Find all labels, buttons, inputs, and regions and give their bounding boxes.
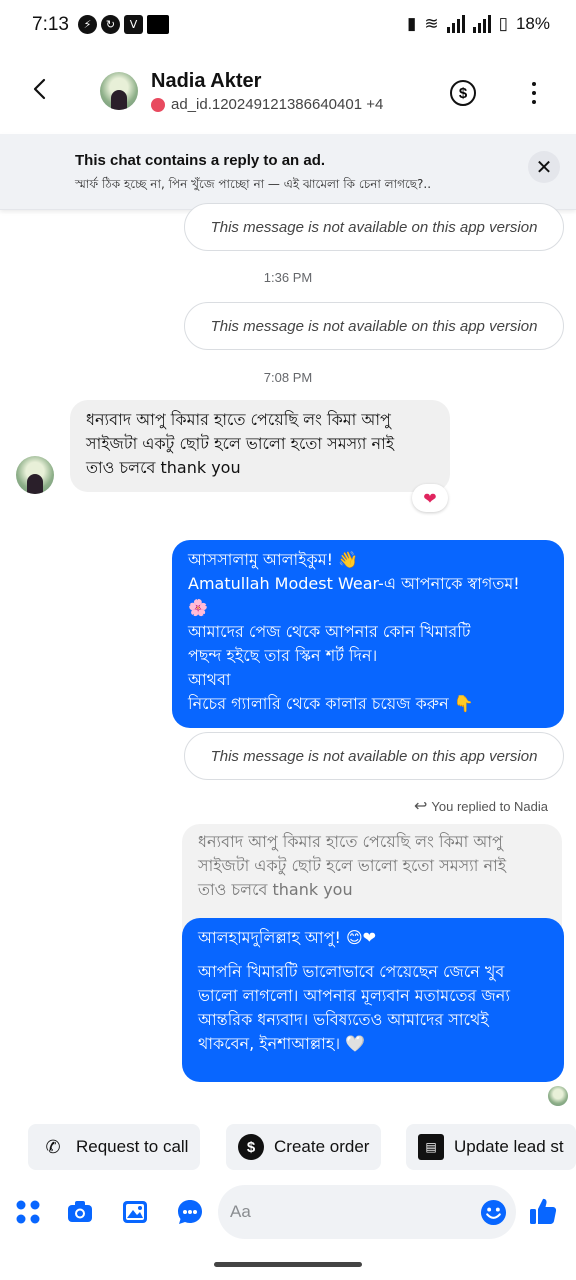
banner-close-button[interactable]: ✕ [528,151,560,183]
message-line: আমাদের পেজ থেকে আপনার কোন খিমারটি [188,622,471,641]
signal-icon [446,15,465,33]
message-line: আথবা [188,670,231,689]
heart-reaction-icon[interactable]: ❤ [412,484,448,512]
messenger-icon: ⚡ [78,15,97,34]
unavailable-message: This message is not available on this ap… [184,732,564,780]
message-line: তাও চলবে thank you [86,458,241,477]
message-line: ধন্যবাদ আপু কিমার হাতে পেয়েছি লং কিমা আ… [86,410,391,429]
ad-reply-banner: This chat contains a reply to an ad. স্ম… [0,134,576,210]
status-time: 7:13 [32,14,69,35]
update-lead-button[interactable]: ▤ Update lead st [406,1124,576,1170]
quoted-line: ধন্যবাদ আপু কিমার হাতে পেয়েছি লং কিমা আ… [198,832,503,851]
create-order-label: Create order [274,1137,370,1156]
reply-arrow-icon: ↩ [413,798,428,815]
message-line: পছন্দ হইছে তার স্কিন শর্ট দিন। [188,646,378,665]
unavailable-message: This message is not available on this ap… [184,203,564,251]
battery-icon: ▯ [498,14,508,33]
battery-percent: 18% [515,14,550,33]
system-icons: ▮ ≋ ▯ 18% [407,14,550,34]
emoji-icon[interactable] [480,1199,507,1226]
contact-subtitle: ad_id.120249121386640401 +4 [151,96,383,113]
outgoing-reply-message[interactable]: আলহামদুলিল্লাহ আপু! 😊❤ আপনি খিমারটি ভালো… [182,918,564,1082]
banner-text: স্মার্ফ ঠিক হচ্ছে না, পিন খুঁজে পাচ্ছো ন… [75,177,432,191]
message-line: থাকবেন, ইনশাআল্লাহ। 🤍 [198,1034,366,1053]
ad-id-label: ad_id.120249121386640401 +4 [171,96,384,113]
read-receipt-avatar [548,1086,568,1106]
message-line: ভালো লাগলো। আপনার মূল্যবান মতামতের জন্য [198,986,510,1005]
quoted-line: তাও চলবে thank you [198,880,353,899]
status-bar: 7:13 ⚡ ↻ V ▮ ≋ ▯ 18% [0,0,576,52]
unavailable-message: This message is not available on this ap… [184,302,564,350]
message-line: 🌸 [188,598,208,617]
banner-title: This chat contains a reply to an ad. [75,152,326,169]
timestamp: 7:08 PM [263,370,313,385]
outgoing-message[interactable]: আসসালামু আলাইকুম! 👋 Amatullah Modest Wea… [172,540,564,728]
id-card-icon: ▤ [418,1134,444,1160]
request-call-label: Request to call [76,1137,189,1156]
sync-icon: ↻ [101,15,120,34]
chat-bubble-icon[interactable] [176,1198,204,1226]
message-line: নিচের গ্যালারি থেকে কালার চয়েজ করুন 👇 [188,694,474,713]
message-line: আলহামদুলিল্লাহ আপু! 😊❤ [198,928,377,947]
quoted-line: সাইজটা একটু ছোট হলে ভালো হতো সমস্যা নাই [198,856,507,875]
timestamp: 1:36 PM [263,270,313,285]
chat-header: Nadia Akter ad_id.120249121386640401 +4 … [0,52,576,132]
create-order-button[interactable]: $ Create order [226,1124,382,1170]
vivid-icon: V [124,15,143,34]
notification-icons: ⚡ ↻ V [78,15,169,34]
message-line [198,950,548,960]
message-input-placeholder: Aa [230,1202,251,1221]
update-lead-label: Update lead st [454,1137,564,1156]
request-call-button[interactable]: ✆ Request to call [28,1124,201,1170]
vibrate-icon: ▮ [407,14,417,33]
message-line: আসসালামু আলাইকুম! 👋 [188,550,359,569]
incoming-message[interactable]: ধন্যবাদ আপু কিমার হাতে পেয়েছি লং কিমা আ… [70,400,450,492]
home-indicator[interactable] [214,1262,362,1267]
apps-grid-icon[interactable] [14,1198,42,1226]
back-arrow-icon[interactable] [26,74,56,104]
camera-icon[interactable] [66,1198,94,1226]
quick-actions-bar: ✆ Request to call $ Create order ▤ Updat… [0,1120,576,1174]
payment-button[interactable]: $ [450,80,476,106]
wifi-icon: ≋ [424,14,439,33]
message-line: সাইজটা একটু ছোট হলে ভালো হতো সমস্যা নাই [86,434,395,453]
message-line: Amatullah Modest Wear-এ আপনাকে স্বাগতম! [188,574,520,593]
reply-indicator: ↩ You replied to Nadia [414,796,548,816]
message-line: আন্তরিক ধন্যবাদ। ভবিষ্যতেও আমাদের সাথেই [198,1010,489,1029]
gallery-icon[interactable] [121,1198,149,1226]
signal-icon-2 [472,15,491,33]
more-options-icon[interactable] [524,82,544,104]
contact-name[interactable]: Nadia Akter [151,70,261,93]
sender-avatar[interactable] [16,456,54,494]
message-composer: Aa [0,1184,576,1240]
contact-avatar[interactable] [100,72,138,110]
phone-add-icon: ✆ [45,1136,61,1157]
dollar-circle-icon: $ [238,1134,264,1160]
message-line: আপনি খিমারটি ভালোভাবে পেয়েছেন জেনে খুব [198,962,505,981]
app-notification-icon [147,15,169,34]
ad-indicator-dot [151,97,165,112]
message-input[interactable]: Aa [218,1185,516,1239]
reply-label: You replied to Nadia [431,798,548,814]
thumbs-up-icon[interactable] [528,1196,558,1226]
